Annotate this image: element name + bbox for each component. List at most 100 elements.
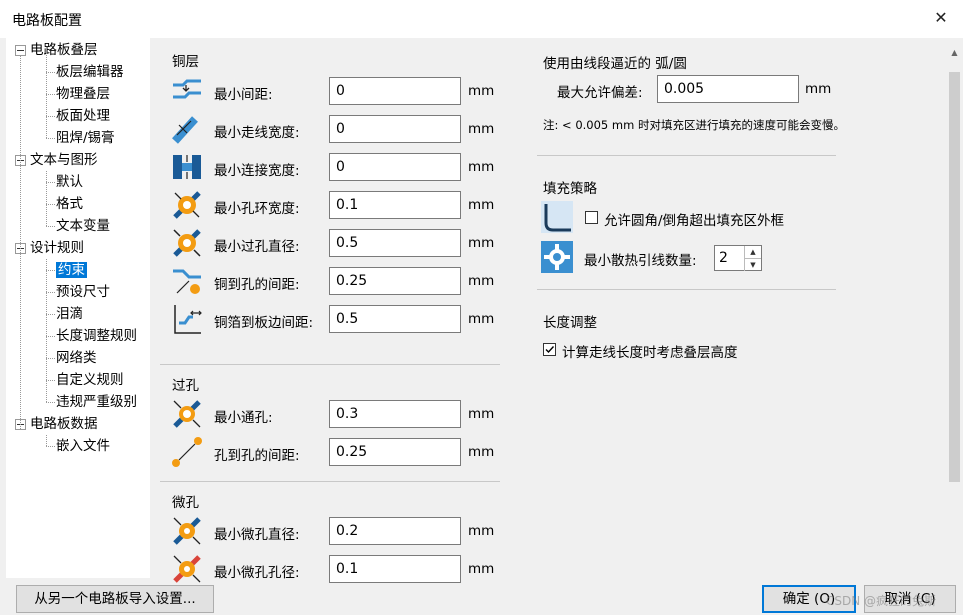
spin-down-icon[interactable]: ▼ (744, 258, 761, 271)
unit-label: mm (468, 311, 495, 327)
scrollbar-thumb[interactable] (949, 72, 960, 482)
unit-label: mm (468, 159, 495, 175)
tree-item[interactable]: 违规严重级别 (56, 391, 137, 413)
value-input[interactable]: 0.5 (329, 229, 461, 257)
annular-ring-icon (173, 191, 201, 219)
max-deviation-input[interactable]: 0.005 (657, 75, 799, 103)
fill-separator (537, 289, 836, 290)
tree-item[interactable]: 电路板叠层 (15, 39, 98, 61)
row-label: 铜箔到板边间距: (214, 315, 314, 331)
tree-connector (46, 116, 55, 117)
include-stackup-checkbox[interactable] (543, 343, 556, 356)
spin-up-icon[interactable]: ▲ (744, 246, 761, 258)
tree-item[interactable]: 网络类 (56, 347, 97, 369)
tree-item[interactable]: 嵌入文件 (56, 435, 110, 457)
value-input[interactable]: 0.1 (329, 191, 461, 219)
tree-item-label: 阻焊/锡膏 (56, 130, 115, 146)
row-label: 最小走线宽度: (214, 125, 300, 141)
tree-connector (46, 204, 55, 205)
through-hole-icon (173, 400, 201, 428)
include-stackup-label: 计算走线长度时考虑叠层高度 (562, 345, 738, 361)
edge-clearance-icon (174, 305, 202, 334)
fill-section-title: 填充策略 (543, 181, 597, 197)
max-deviation-unit: mm (805, 81, 832, 97)
tree-connector (46, 226, 55, 227)
tree-item[interactable]: 阻焊/锡膏 (56, 127, 115, 149)
microvia-hole-icon (173, 555, 201, 583)
tree-connector (46, 138, 55, 139)
import-settings-button[interactable]: 从另一个电路板导入设置... (16, 585, 214, 613)
unit-label: mm (468, 444, 495, 460)
check-icon (545, 346, 555, 354)
clearance-icon (173, 79, 201, 99)
via-diameter-icon (173, 229, 201, 257)
tree-item-label: 电路板叠层 (30, 42, 98, 58)
tree-item[interactable]: 长度调整规则 (56, 325, 137, 347)
value-input[interactable]: 0.1 (329, 555, 461, 583)
value-input[interactable]: 0.2 (329, 517, 461, 545)
tree-item-label: 格式 (56, 196, 83, 212)
tree-item[interactable]: 默认 (56, 171, 83, 193)
unit-label: mm (468, 273, 495, 289)
vias-separator (160, 481, 500, 482)
unit-label: mm (468, 523, 495, 539)
tree-item[interactable]: 设计规则 (15, 237, 84, 259)
scroll-up-icon[interactable]: ▲ (946, 48, 963, 57)
copper-separator (160, 364, 500, 365)
row-label: 最小间距: (214, 87, 273, 103)
tree-item-label: 电路板数据 (30, 416, 98, 432)
thermal-spokes-spinner[interactable]: 2 ▲ ▼ (714, 245, 762, 271)
value-input[interactable]: 0 (329, 115, 461, 143)
tree-item[interactable]: 自定义规则 (56, 369, 124, 391)
tree-item[interactable]: 板面处理 (56, 105, 110, 127)
tree-item[interactable]: 文本与图形 (15, 149, 98, 171)
tree-connector (20, 55, 21, 429)
value-input[interactable]: 0.5 (329, 305, 461, 333)
tree-item-label: 板层编辑器 (56, 64, 124, 80)
value-input[interactable]: 0.25 (329, 438, 461, 466)
unit-label: mm (468, 197, 495, 213)
tree-item[interactable]: 泪滴 (56, 303, 83, 325)
value-input[interactable]: 0 (329, 77, 461, 105)
tree-item-label: 文本变量 (56, 218, 110, 234)
tree-item-label: 网络类 (56, 350, 97, 366)
microvias-section-title: 微孔 (172, 495, 199, 511)
tree-item-label: 文本与图形 (30, 152, 98, 168)
tree-connector (46, 171, 47, 226)
tree-connector (46, 270, 55, 271)
tree-item-label: 预设尺寸 (56, 284, 110, 300)
tree-item[interactable]: 电路板数据 (15, 413, 98, 435)
tree-connector (46, 380, 55, 381)
vias-section-title: 过孔 (172, 378, 199, 394)
arc-note: 注: < 0.005 mm 时对填充区进行填充的速度可能会变慢。 (543, 118, 845, 132)
value-input[interactable]: 0 (329, 153, 461, 181)
title-bar: 电路板配置 ✕ (0, 0, 963, 38)
row-label: 最小孔环宽度: (214, 201, 300, 217)
unit-label: mm (468, 406, 495, 422)
tree-item[interactable]: 约束 (56, 259, 87, 281)
tree-item-label: 设计规则 (30, 240, 84, 256)
allow-fillet-checkbox[interactable] (585, 211, 598, 224)
length-section-title: 长度调整 (543, 315, 597, 331)
tree-connector (46, 50, 47, 138)
tree-connector (46, 336, 55, 337)
vertical-scrollbar[interactable]: ▲ (946, 38, 963, 578)
row-label: 最小微孔孔径: (214, 565, 300, 581)
track-width-icon (172, 116, 198, 144)
thermal-spokes-icon (541, 241, 573, 273)
row-label: 最小微孔直径: (214, 527, 300, 543)
tree-item-label: 嵌入文件 (56, 438, 110, 454)
tree-item[interactable]: 文本变量 (56, 215, 110, 237)
tree-item-label: 默认 (56, 174, 83, 190)
tree-item[interactable]: 板层编辑器 (56, 61, 124, 83)
close-icon[interactable]: ✕ (929, 6, 953, 30)
copper-section-title: 铜层 (172, 54, 199, 70)
copper-hole-clearance-icon (173, 269, 201, 294)
collapse-icon[interactable] (15, 44, 26, 56)
tree-item[interactable]: 物理叠层 (56, 83, 110, 105)
value-input[interactable]: 0.25 (329, 267, 461, 295)
tree-item[interactable]: 预设尺寸 (56, 281, 110, 303)
value-input[interactable]: 0.3 (329, 400, 461, 428)
tree-item[interactable]: 格式 (56, 193, 83, 215)
connection-width-icon (173, 155, 201, 179)
